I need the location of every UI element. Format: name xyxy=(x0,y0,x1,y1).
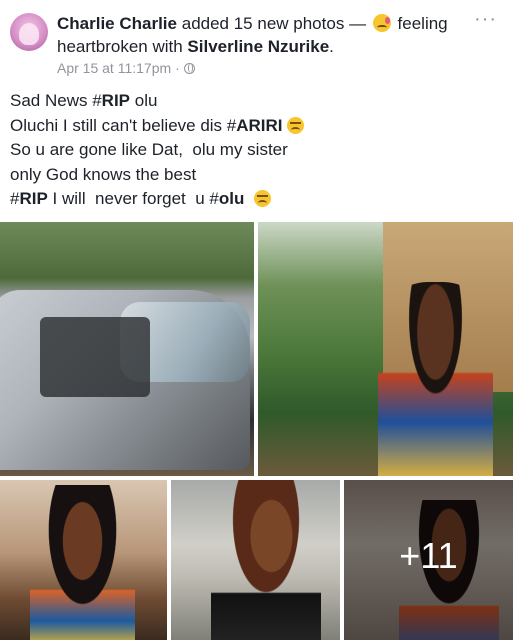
body-line-4: only God knows the best xyxy=(10,164,197,184)
hashtag-rip[interactable]: RIP xyxy=(102,91,130,110)
photo-woman-selfie-2[interactable] xyxy=(171,480,340,640)
more-photos-count[interactable]: +11 xyxy=(344,480,513,636)
photo-grid: +11 xyxy=(0,222,513,640)
post-body: Sad News #RIP olu Oluchi I still can't b… xyxy=(10,89,500,212)
photo-crashed-car[interactable] xyxy=(0,222,254,476)
post-header: Charlie Charlie added 15 new photos — fe… xyxy=(0,0,513,84)
photo-woman-garden[interactable] xyxy=(258,222,513,476)
timestamp[interactable]: Apr 15 at 11:17pm xyxy=(57,60,171,76)
separator: — xyxy=(349,14,367,33)
hashtag-ariri[interactable]: ARIRI xyxy=(236,116,282,135)
photo-woman-selfie-1[interactable] xyxy=(0,480,167,640)
hashtag-rip-2[interactable]: RIP xyxy=(19,189,47,208)
tagged-suffix: . xyxy=(329,37,334,56)
meta-dot: · xyxy=(175,60,180,76)
post-action: added 15 new photos xyxy=(181,14,345,33)
sad-emoji-icon xyxy=(253,190,271,207)
body-line-1: Sad News #RIP olu xyxy=(10,91,158,110)
body-line-2: Oluchi I still can't believe dis #ARIRI xyxy=(10,114,500,139)
author-name[interactable]: Charlie Charlie xyxy=(57,14,177,33)
post-headline: Charlie Charlie added 15 new photos — fe… xyxy=(57,12,467,58)
heartbroken-emoji-icon xyxy=(372,14,391,32)
photo-more-overlay[interactable]: +11 xyxy=(344,480,513,640)
body-line-5: #RIP I will never forget u #olu xyxy=(10,187,500,212)
body-line-3: So u are gone like Dat, olu my sister xyxy=(10,140,288,159)
sad-emoji-icon xyxy=(287,116,305,134)
post-meta: Apr 15 at 11:17pm · xyxy=(57,60,195,76)
avatar[interactable] xyxy=(10,13,48,51)
more-options-icon[interactable]: ··· xyxy=(474,8,497,31)
globe-icon[interactable] xyxy=(183,62,195,74)
hashtag-olu[interactable]: olu xyxy=(219,189,245,208)
tagged-person[interactable]: Silverline Nzurike xyxy=(187,37,329,56)
